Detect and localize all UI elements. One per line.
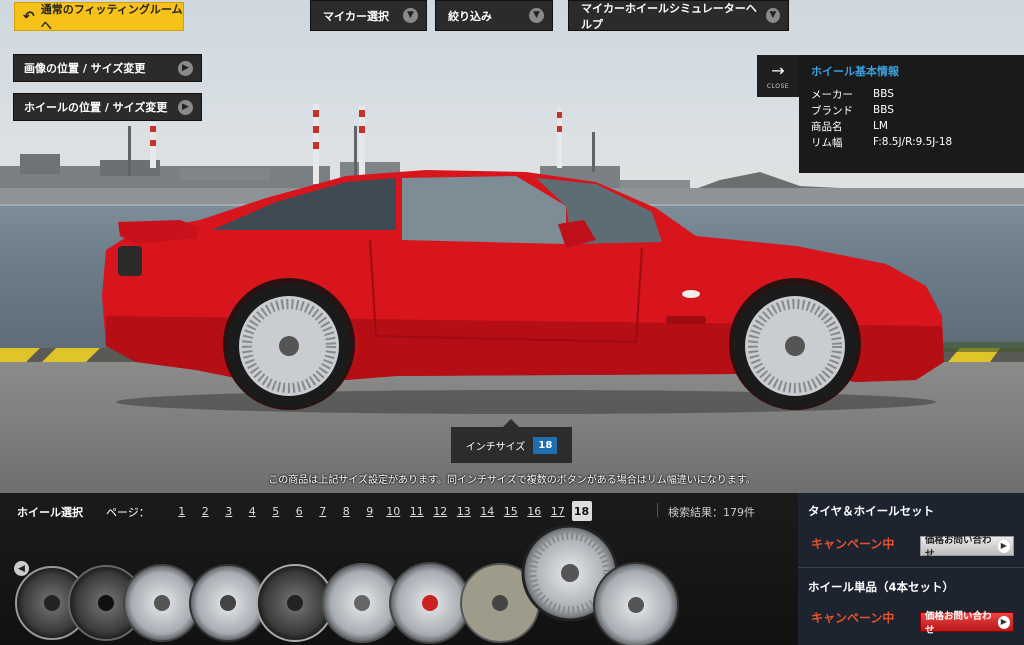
info-value: F:8.5J/R:9.5J-18 bbox=[873, 136, 953, 148]
wheel-thumbnail[interactable] bbox=[389, 562, 471, 644]
chevron-right-icon: ▶ bbox=[997, 615, 1010, 629]
arrow-right-icon: → bbox=[771, 60, 785, 80]
car-image bbox=[102, 170, 944, 414]
wheel-thumbnail[interactable] bbox=[123, 564, 201, 642]
info-key: メーカー bbox=[811, 88, 853, 101]
chevron-left-icon: ◀ bbox=[18, 563, 25, 574]
chevron-right-icon: ▶ bbox=[997, 539, 1010, 553]
wheel-info-panel: ホイール基本情報 メーカー BBS ブランド BBS 商品名 LM リム幅 F:… bbox=[799, 55, 1024, 173]
info-value: BBS bbox=[873, 88, 894, 100]
wheel-thumbnail[interactable] bbox=[256, 564, 334, 642]
info-key: リム幅 bbox=[811, 136, 843, 149]
wheel-thumbnail[interactable] bbox=[593, 562, 679, 645]
wheel-position-label: ホイールの位置 / サイズ変更 bbox=[24, 101, 168, 114]
chevron-down-icon: ▼ bbox=[403, 8, 418, 23]
price-panel: タイヤ＆ホイールセット キャンペーン中 価格お問い合わせ ▶ ホイール単品（4本… bbox=[798, 493, 1024, 645]
image-position-button[interactable]: 画像の位置 / サイズ変更 ▶ bbox=[13, 54, 202, 82]
info-row: 商品名 LM bbox=[811, 118, 1012, 134]
campaign-label: キャンペーン中 bbox=[811, 537, 895, 551]
inch-size-option[interactable]: 18 bbox=[533, 436, 558, 454]
chevron-right-icon: ▶ bbox=[178, 60, 193, 76]
info-key: ブランド bbox=[811, 104, 853, 117]
wheel-thumbnail[interactable] bbox=[189, 564, 267, 642]
fitting-room-button[interactable]: ↶ 通常のフィッティングルームへ bbox=[14, 2, 184, 32]
help-label: マイカーホイールシミュレーターヘルプ bbox=[581, 1, 757, 31]
my-car-select-label: マイカー選択 bbox=[323, 9, 389, 23]
wheel-selection-panel: ホイール選択 ページ： 1 2 3 4 5 6 7 8 9 10 11 12 13 14 15 16 17 18 … bbox=[0, 493, 798, 645]
campaign-label: キャンペーン中 bbox=[811, 611, 895, 625]
info-close-button[interactable]: → CLOSE bbox=[757, 55, 799, 97]
wheel-only-title: ホイール単品（4本セット） bbox=[808, 580, 955, 594]
wheel-thumbnails bbox=[15, 524, 679, 645]
scroll-left-button[interactable]: ◀ bbox=[14, 561, 29, 576]
info-row: メーカー BBS bbox=[811, 86, 1012, 102]
price-inquiry-label: 価格お問い合わせ bbox=[925, 535, 992, 560]
chevron-down-icon: ▼ bbox=[529, 8, 544, 23]
inch-size-label: インチサイズ bbox=[465, 441, 526, 453]
price-inquiry-label: 価格お問い合わせ bbox=[925, 611, 992, 636]
tire-wheel-set-title: タイヤ＆ホイールセット bbox=[808, 504, 935, 518]
panel-divider bbox=[798, 567, 1024, 568]
info-row: リム幅 F:8.5J/R:9.5J-18 bbox=[811, 134, 1012, 150]
close-label: CLOSE bbox=[766, 82, 790, 90]
chevron-down-icon: ▼ bbox=[765, 8, 780, 23]
info-value: BBS bbox=[873, 104, 894, 116]
wheel-position-button[interactable]: ホイールの位置 / サイズ変更 ▶ bbox=[13, 93, 202, 121]
fitting-room-label: 通常のフィッティングルームへ bbox=[40, 2, 183, 32]
chevron-right-icon: ▶ bbox=[178, 99, 193, 115]
u-turn-icon: ↶ bbox=[23, 8, 35, 25]
help-button[interactable]: マイカーホイールシミュレーターヘルプ ▼ bbox=[568, 0, 789, 31]
size-note: この商品は上記サイズ設定があります。同インチサイズで複数のボタンがある場合はリム… bbox=[268, 475, 756, 486]
my-car-select-button[interactable]: マイカー選択 ▼ bbox=[310, 0, 427, 31]
info-title: ホイール基本情報 bbox=[811, 65, 899, 78]
price-inquiry-wheel-button[interactable]: 価格お問い合わせ ▶ bbox=[920, 611, 1014, 636]
info-key: 商品名 bbox=[811, 120, 843, 133]
filter-label: 絞り込み bbox=[448, 9, 492, 23]
price-inquiry-set-button[interactable]: 価格お問い合わせ ▶ bbox=[920, 535, 1014, 560]
info-value: LM bbox=[873, 120, 888, 132]
image-position-label: 画像の位置 / サイズ変更 bbox=[24, 62, 146, 75]
filter-button[interactable]: 絞り込み ▼ bbox=[435, 0, 553, 31]
info-row: ブランド BBS bbox=[811, 102, 1012, 118]
inch-size-selector: インチサイズ 18 bbox=[451, 419, 572, 463]
